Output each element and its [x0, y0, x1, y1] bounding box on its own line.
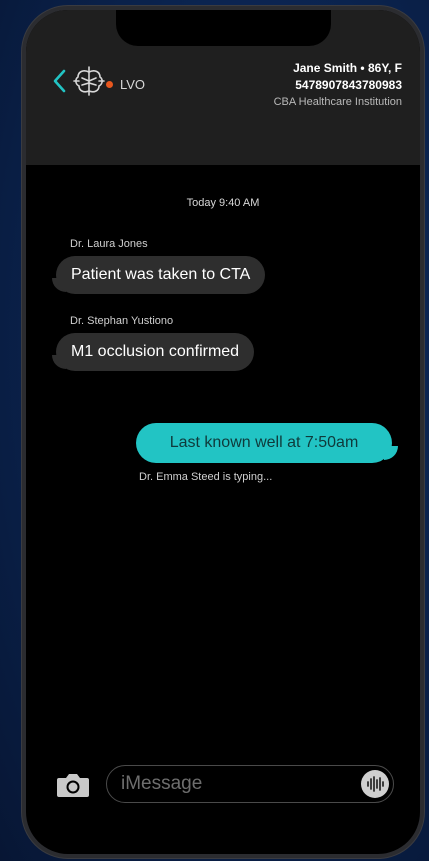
incoming-message-bubble[interactable]: M1 occlusion confirmed	[56, 333, 255, 371]
status-dot	[106, 81, 113, 88]
chat-header: LVO Jane Smith • 86Y, F 5478907843780983…	[26, 10, 420, 165]
conversation-timestamp: Today 9:40 AM	[186, 197, 260, 209]
screen: LVO Jane Smith • 86Y, F 5478907843780983…	[26, 10, 420, 854]
patient-id: 5478907843780983	[295, 78, 402, 92]
typing-indicator: Dr. Emma Steed is typing...	[139, 471, 273, 483]
message-input[interactable]	[121, 773, 341, 795]
notch	[116, 10, 331, 46]
institution-name: CBA Healthcare Institution	[273, 96, 402, 108]
channel-label: LVO	[120, 77, 146, 92]
camera-icon[interactable]	[56, 772, 90, 798]
patient-name: Jane Smith • 86Y, F	[293, 61, 402, 75]
message-sender: Dr. Laura Jones	[70, 238, 148, 250]
back-chevron-icon[interactable]	[50, 68, 70, 94]
waveform-icon[interactable]	[361, 770, 389, 798]
patient-info: Jane Smith • 86Y, F 5478907843780983 CBA…	[274, 60, 402, 111]
incoming-message-bubble[interactable]: Patient was taken to CTA	[56, 256, 266, 294]
brain-logo-icon	[73, 66, 105, 96]
message-sender: Dr. Stephan Yustiono	[70, 315, 174, 327]
phone-frame: LVO Jane Smith • 86Y, F 5478907843780983…	[22, 6, 424, 858]
message-input-box[interactable]	[106, 765, 394, 803]
outgoing-message-bubble[interactable]: Last known well at 7:50am	[136, 423, 392, 463]
